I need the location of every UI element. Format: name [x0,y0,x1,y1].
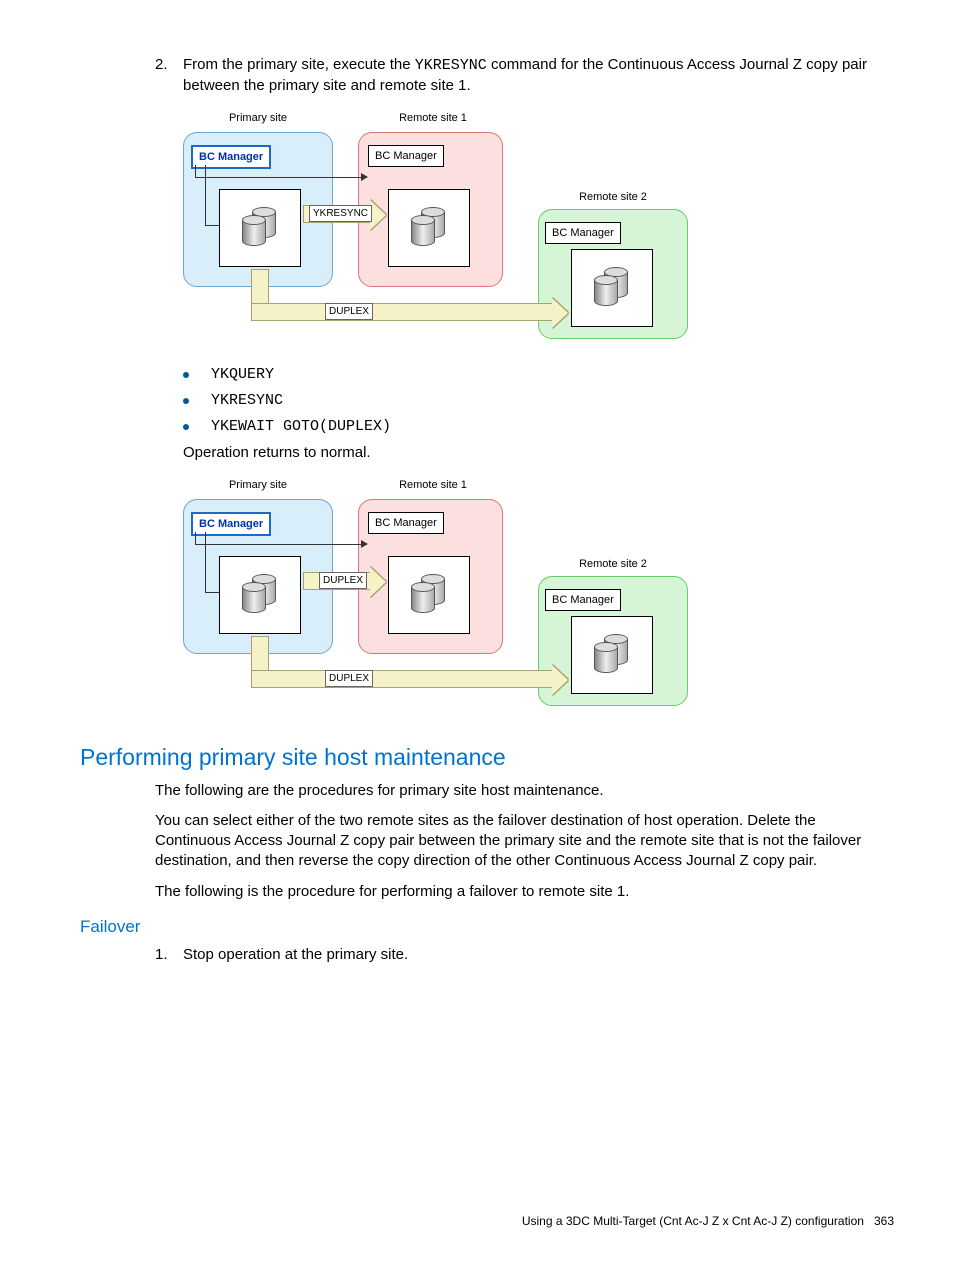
replication-arrow-2 [251,303,553,321]
arrowhead-icon [361,173,368,181]
bullet-icon [183,398,189,404]
label-remote-site-2: Remote site 2 [553,190,673,205]
page-number: 363 [874,1214,894,1228]
storage-remote2 [571,616,653,694]
arrow-label-duplex-2: DUPLEX [325,670,373,688]
arrow-label-duplex-1: DUPLEX [319,572,367,590]
footer-text: Using a 3DC Multi-Target (Cnt Ac-J Z x C… [522,1214,864,1228]
storage-remote1 [388,556,470,634]
step-2: 2. From the primary site, execute the YK… [155,55,894,97]
storage-remote1 [388,189,470,267]
storage-primary [219,556,301,634]
connector-line [195,177,363,178]
heading-failover: Failover [80,916,894,939]
bullet-text: YKRESYNC [211,391,283,411]
connector-line [205,225,219,226]
bullet-icon [183,372,189,378]
storage-primary [219,189,301,267]
bc-manager-remote1: BC Manager [368,512,444,535]
replication-arrow-2-vert [251,269,269,303]
operation-returns: Operation returns to normal. [183,443,894,463]
arrowhead-icon [361,540,368,548]
bullet-text: YKQUERY [211,365,274,385]
diagram-2: Primary site Remote site 1 Remote site 2… [183,474,894,724]
replication-arrow-2-vert [251,636,269,670]
paragraph-failover-select: You can select either of the two remote … [155,811,894,872]
bc-manager-remote2: BC Manager [545,589,621,612]
bc-manager-remote2: BC Manager [545,222,621,245]
connector-line [195,544,363,545]
heading-primary-site-host-maintenance: Performing primary site host maintenance [80,742,894,773]
label-remote-site-2: Remote site 2 [553,557,673,572]
step-text-a: From the primary site, execute the [183,56,415,73]
paragraph-intro: The following are the procedures for pri… [155,781,894,801]
connector-line [205,592,219,593]
bc-manager-primary: BC Manager [191,145,271,170]
bullet-ykewait: YKEWAIT GOTO(DUPLEX) [183,417,894,437]
step-number: 2. [155,55,183,97]
diagram-1: Primary site Remote site 1 Remote site 2… [183,107,894,357]
bc-manager-primary: BC Manager [191,512,271,537]
replication-arrow-2 [251,670,553,688]
bc-manager-remote1: BC Manager [368,145,444,168]
bullet-ykresync: YKRESYNC [183,391,894,411]
command-list: YKQUERY YKRESYNC YKEWAIT GOTO(DUPLEX) [183,365,894,438]
arrow-label-ykresync: YKRESYNC [309,205,372,223]
arrow-label-duplex: DUPLEX [325,303,373,321]
page-footer: Using a 3DC Multi-Target (Cnt Ac-J Z x C… [522,1213,894,1229]
step-body: Stop operation at the primary site. [183,945,894,965]
bullet-ykquery: YKQUERY [183,365,894,385]
paragraph-procedure: The following is the procedure for perfo… [155,882,894,902]
step-body: From the primary site, execute the YKRES… [183,55,894,97]
bullet-text: YKEWAIT GOTO(DUPLEX) [211,417,391,437]
label-primary-site: Primary site [198,111,318,126]
connector-line [195,532,196,544]
label-primary-site: Primary site [198,478,318,493]
bullet-icon [183,424,189,430]
step-number: 1. [155,945,183,965]
label-remote-site-1: Remote site 1 [373,111,493,126]
label-remote-site-1: Remote site 1 [373,478,493,493]
storage-remote2 [571,249,653,327]
command-ykresync: YKRESYNC [415,57,487,74]
connector-line [195,165,196,177]
connector-line [205,532,206,592]
failover-step-1: 1. Stop operation at the primary site. [155,945,894,965]
connector-line [205,165,206,225]
